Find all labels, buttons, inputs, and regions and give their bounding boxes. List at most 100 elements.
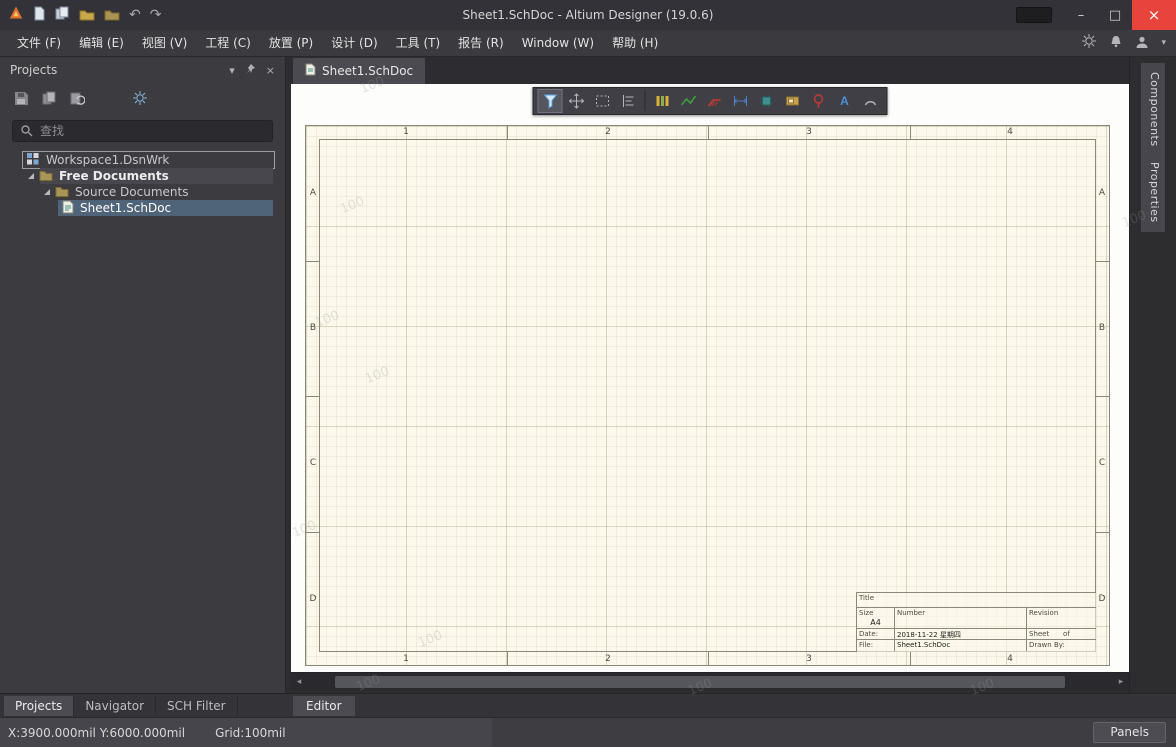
tab-editor[interactable]: Editor	[293, 696, 355, 716]
statusbar-left: X:3900.000mil Y:6000.000mil Grid:100mil	[0, 718, 492, 747]
wire-button[interactable]	[676, 89, 701, 113]
columns-button[interactable]	[650, 89, 675, 113]
zone-tick	[910, 652, 911, 665]
tab-navigator[interactable]: Navigator	[74, 696, 156, 716]
arc-button[interactable]	[858, 89, 883, 113]
menubar-right-icons: ▾	[1081, 30, 1166, 56]
zone-label: A	[307, 188, 319, 198]
menu-tools[interactable]: 工具 (T)	[387, 30, 450, 56]
panel-settings-gear-icon[interactable]	[132, 90, 148, 110]
menu-window[interactable]: Window (W)	[513, 30, 603, 56]
right-panel-strip: Components Properties	[1129, 57, 1176, 693]
tree-item-schdoc[interactable]: Sheet1.SchDoc	[0, 200, 285, 216]
save-icon[interactable]	[14, 91, 29, 110]
zone-tick	[708, 126, 709, 139]
gear-icon[interactable]	[1081, 33, 1097, 53]
select-area-button[interactable]	[590, 89, 615, 113]
titleblock-drawn-label: Drawn By:	[1029, 641, 1065, 649]
schematic-editor-canvas[interactable]: A 1 2 3 4 1 2 3 4 A B C D A B	[291, 84, 1129, 672]
schematic-sheet[interactable]: 1 2 3 4 1 2 3 4 A B C D A B C D	[305, 125, 1110, 666]
titleblock-date-value: 2018-11-22 星期四	[897, 630, 961, 640]
menu-design[interactable]: 设计 (D)	[322, 30, 386, 56]
new-document-icon[interactable]	[33, 6, 46, 25]
titleblock-of-label: of	[1063, 630, 1070, 638]
filter-button[interactable]	[538, 89, 563, 113]
power-port-button[interactable]	[806, 89, 831, 113]
minimize-button[interactable]: –	[1064, 0, 1098, 30]
panel-dropdown-icon[interactable]: ▾	[229, 64, 235, 77]
zone-label: 2	[598, 127, 618, 137]
workspace-icon	[26, 152, 39, 168]
close-button[interactable]: ×	[1132, 0, 1176, 30]
zone-tick	[1096, 396, 1109, 397]
refresh-docs-icon[interactable]	[70, 91, 85, 110]
move-button[interactable]	[564, 89, 589, 113]
text-string-button[interactable]: A	[832, 89, 857, 113]
zone-label: D	[307, 594, 319, 604]
compile-icon[interactable]	[42, 91, 57, 110]
expand-arrow-icon[interactable]	[44, 189, 50, 195]
zone-label: C	[1096, 458, 1108, 468]
scroll-left-icon[interactable]: ◂	[291, 673, 307, 691]
titleblock-file-value: Sheet1.SchDoc	[897, 641, 950, 649]
sheet-title-block: Title Size A4 Number Revision	[856, 592, 1096, 652]
menu-place[interactable]: 放置 (P)	[260, 30, 322, 56]
align-button[interactable]	[616, 89, 641, 113]
horizontal-scrollbar[interactable]: ◂ ▸	[291, 672, 1129, 690]
redo-icon[interactable]: ↷	[150, 8, 162, 22]
tab-projects[interactable]: Projects	[4, 696, 74, 716]
maximize-button[interactable]: □	[1098, 0, 1132, 30]
open-folder-icon[interactable]	[79, 6, 95, 25]
zone-tick	[708, 652, 709, 665]
tree-item-source-documents[interactable]: Source Documents	[0, 184, 285, 200]
folder-icon[interactable]	[104, 6, 120, 25]
panels-button[interactable]: Panels	[1093, 722, 1166, 743]
documents-icon[interactable]	[55, 6, 70, 25]
zone-tick	[1096, 261, 1109, 262]
search-input[interactable]	[40, 124, 265, 138]
document-tabbar: Sheet1.SchDoc	[287, 57, 1129, 84]
user-icon[interactable]	[1135, 34, 1149, 53]
menu-view[interactable]: 视图 (V)	[133, 30, 196, 56]
bus-button[interactable]	[702, 89, 727, 113]
titlebar-quick-access: ↶ ↷	[8, 0, 161, 30]
tree-item-label: Workspace1.DsnWrk	[46, 153, 169, 167]
folder-icon	[55, 185, 69, 200]
bell-icon[interactable]	[1109, 34, 1123, 53]
zone-label: D	[1096, 594, 1108, 604]
menu-reports[interactable]: 报告 (R)	[449, 30, 513, 56]
menu-edit[interactable]: 编辑 (E)	[70, 30, 133, 56]
pin-icon[interactable]	[245, 63, 256, 78]
project-search[interactable]	[12, 120, 273, 142]
tree-item-workspace[interactable]: Workspace1.DsnWrk	[0, 152, 285, 168]
user-caret-icon[interactable]: ▾	[1161, 38, 1166, 48]
menu-project[interactable]: 工程 (C)	[196, 30, 260, 56]
projects-panel: Projects ▾ ×	[0, 57, 286, 693]
tab-components[interactable]: Components	[1141, 63, 1165, 156]
scrollbar-thumb[interactable]	[335, 676, 1065, 688]
menu-help[interactable]: 帮助 (H)	[603, 30, 667, 56]
tab-properties[interactable]: Properties	[1141, 153, 1165, 232]
dimension-button[interactable]	[728, 89, 753, 113]
document-tab-sheet1[interactable]: Sheet1.SchDoc	[293, 58, 425, 84]
document-tab-label: Sheet1.SchDoc	[322, 64, 413, 78]
tab-sch-filter[interactable]: SCH Filter	[156, 696, 238, 716]
scroll-right-icon[interactable]: ▸	[1113, 673, 1129, 691]
zone-label: 1	[396, 654, 416, 664]
undo-icon[interactable]: ↶	[129, 8, 141, 22]
zone-label: B	[1096, 323, 1108, 333]
projects-panel-header: Projects ▾ ×	[0, 57, 285, 83]
window-title: Sheet1.SchDoc - Altium Designer (19.0.6)	[0, 0, 1176, 30]
menu-file[interactable]: 文件 (F)	[8, 30, 70, 56]
panel-close-icon[interactable]: ×	[266, 64, 275, 77]
tree-item-free-documents[interactable]: Free Documents	[0, 168, 285, 184]
titleblock-file-label: File:	[859, 641, 873, 649]
part-button[interactable]	[754, 89, 779, 113]
expand-arrow-icon[interactable]	[28, 173, 34, 179]
zone-label: 4	[1000, 127, 1020, 137]
zone-tick	[910, 126, 911, 139]
sheet-symbol-button[interactable]	[780, 89, 805, 113]
statusbar: X:3900.000mil Y:6000.000mil Grid:100mil …	[0, 717, 1176, 747]
titleblock-date-label: Date:	[859, 630, 878, 638]
toolbar-separator	[645, 91, 646, 111]
